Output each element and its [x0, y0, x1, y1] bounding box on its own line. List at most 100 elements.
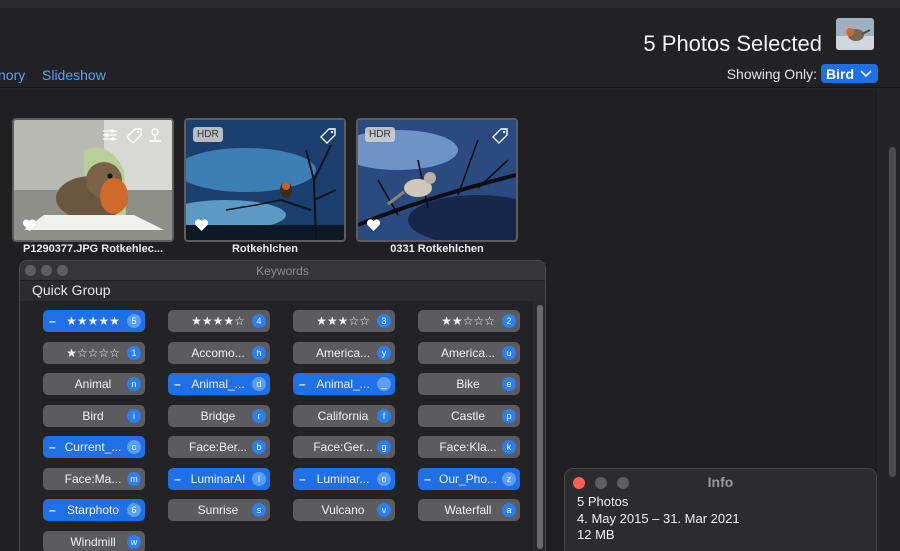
info-photo-count: 5 Photos: [577, 494, 629, 509]
keyword-shortcut-badge: u: [502, 345, 516, 360]
keyword-button[interactable]: – LuminarAI l: [168, 467, 270, 490]
keyword-label: Starphoto: [66, 503, 120, 517]
keyword-label: Sunrise: [197, 503, 239, 517]
keyword-label: Animal_...: [191, 377, 245, 391]
keyword-button[interactable]: Bird i: [43, 404, 145, 427]
keyword-shortcut-badge: y: [377, 345, 391, 360]
photo-caption: Rotkehlchen: [231, 243, 298, 255]
keyword-button[interactable]: Vulcano v: [293, 499, 395, 521]
keyword-shortcut-badge: p: [502, 408, 516, 423]
keyword-label: Face:Ger...: [313, 440, 373, 454]
photo-thumbnail[interactable]: [12, 118, 174, 242]
selected-count: 5 Photos Selected: [643, 31, 822, 56]
keyword-label: California: [317, 408, 369, 423]
nav-link-slideshow[interactable]: Slideshow: [42, 67, 106, 83]
keyword-scroll-thumb[interactable]: [537, 305, 543, 549]
favorite-heart-icon[interactable]: [194, 219, 209, 232]
info-panel-title: Info: [707, 474, 734, 490]
keyword-button[interactable]: ★★☆☆☆ 2: [418, 310, 520, 332]
keyword-button[interactable]: ★☆☆☆☆ 1: [43, 341, 145, 364]
selection-thumbnail[interactable]: [836, 18, 874, 50]
keyword-shortcut-badge: v: [377, 503, 391, 517]
showing-only-dropdown[interactable]: Bird: [821, 64, 878, 83]
keyword-button[interactable]: – ★★★★★ 5: [43, 310, 145, 332]
keyword-button[interactable]: Waterfall a: [418, 499, 520, 521]
keyword-button[interactable]: Bike e: [418, 373, 520, 395]
info-file-size: 12 MB: [577, 527, 615, 542]
keyword-button[interactable]: ★★★☆☆ 3: [293, 310, 395, 332]
hdr-badge: HDR: [365, 127, 395, 142]
photo-thumbnail[interactable]: HDR: [356, 118, 518, 242]
keyword-button[interactable]: Animal n: [43, 373, 145, 395]
keyword-shortcut-badge: e: [502, 377, 516, 391]
tag-icon: [320, 128, 336, 144]
keyword-shortcut-badge: 4: [252, 314, 266, 328]
grid-scroll-thumb[interactable]: [889, 147, 896, 477]
info-date-range: 4. May 2015 – 31. Mar 2021: [577, 511, 740, 526]
adjustments-icon: [103, 129, 117, 141]
keyword-label: Bird: [82, 408, 104, 423]
keyword-label: America...: [440, 345, 495, 360]
toolbar-header: 5 Photos Selected nory Slideshow Showing…: [0, 8, 900, 88]
keyword-label: Accomo...: [191, 345, 245, 360]
keyword-button[interactable]: Bridge r: [168, 404, 270, 427]
keyword-button[interactable]: Castle p: [418, 404, 520, 427]
keyword-shortcut-badge: m: [127, 471, 141, 486]
hdr-badge: HDR: [193, 127, 223, 142]
keyword-button[interactable]: Sunrise s: [168, 499, 270, 521]
window-close-button[interactable]: [25, 265, 36, 276]
photo-thumbnail[interactable]: HDR: [184, 118, 346, 242]
keyword-list: – ★★★★★ 5 ★★★★☆ 4 ★★★☆☆ 3 ★★☆☆☆ 2 ★☆☆☆☆ 1 Accomo...…: [20, 301, 533, 551]
keyword-shortcut-badge: f: [377, 408, 391, 423]
keyword-shortcut-badge: s: [252, 503, 266, 517]
keyword-label: LuminarAI: [190, 471, 246, 486]
window-top-strip: [0, 0, 900, 8]
keyword-button[interactable]: – Starphoto 6: [43, 499, 145, 521]
keyword-label: Our_Pho...: [438, 471, 498, 486]
keyword-shortcut-badge: c: [127, 440, 141, 454]
keyword-button[interactable]: – Our_Pho... z: [418, 467, 520, 490]
window-zoom-button[interactable]: [57, 265, 68, 276]
tag-icon: [126, 128, 142, 144]
keyword-button[interactable]: ★★★★☆ 4: [168, 310, 270, 332]
keyword-shortcut-badge: n: [127, 377, 141, 391]
keyword-button[interactable]: America... y: [293, 341, 395, 364]
keyword-shortcut-badge: a: [502, 503, 516, 517]
keyword-active-indicator: –: [49, 503, 56, 517]
keyword-label: Face:Ber...: [188, 440, 248, 454]
keyword-scrollbar[interactable]: [534, 301, 545, 551]
keyword-button[interactable]: America... u: [418, 341, 520, 364]
keyword-button[interactable]: Face:Ma... m: [43, 467, 145, 490]
keyword-label: Current_...: [64, 440, 122, 454]
window-minimize-button[interactable]: [41, 265, 52, 276]
keyword-active-indicator: –: [174, 377, 181, 391]
favorite-heart-icon[interactable]: [22, 219, 37, 232]
keyword-label: Castle: [450, 408, 485, 423]
keyword-shortcut-badge: 5: [127, 314, 141, 328]
favorite-heart-icon[interactable]: [366, 219, 381, 232]
grid-scrollbar[interactable]: [876, 89, 900, 551]
keyword-active-indicator: –: [424, 471, 431, 486]
tag-icon: [492, 128, 508, 144]
keyword-button[interactable]: Windmill w: [43, 530, 145, 551]
keyword-button[interactable]: – Current_... c: [43, 436, 145, 458]
keyword-label: Face:Ma...: [64, 471, 122, 486]
keyword-button[interactable]: – Animal_... _: [293, 373, 395, 395]
keyword-shortcut-badge: d: [252, 377, 266, 391]
keyword-label: Vulcano: [321, 503, 365, 517]
keyword-label: Bike: [456, 377, 480, 391]
keyword-button[interactable]: Face:Ger... g: [293, 436, 395, 458]
keyword-button[interactable]: Face:Kla... k: [418, 436, 520, 458]
keyword-shortcut-badge: l: [252, 471, 266, 486]
keyword-button[interactable]: California f: [293, 404, 395, 427]
keyword-button[interactable]: – Luminar... o: [293, 467, 395, 490]
keyword-button[interactable]: Face:Ber... b: [168, 436, 270, 458]
keyword-label: ★★★★★: [66, 314, 120, 328]
keyword-shortcut-badge: 3: [377, 314, 391, 328]
keyword-shortcut-badge: g: [377, 440, 391, 454]
nav-link-memory[interactable]: nory: [0, 67, 25, 83]
keyword-label: Windmill: [70, 534, 116, 549]
keyword-button[interactable]: Accomo... h: [168, 341, 270, 364]
photo-caption: 0331 Rotkehlchen: [390, 243, 484, 255]
keyword-button[interactable]: – Animal_... d: [168, 373, 270, 395]
